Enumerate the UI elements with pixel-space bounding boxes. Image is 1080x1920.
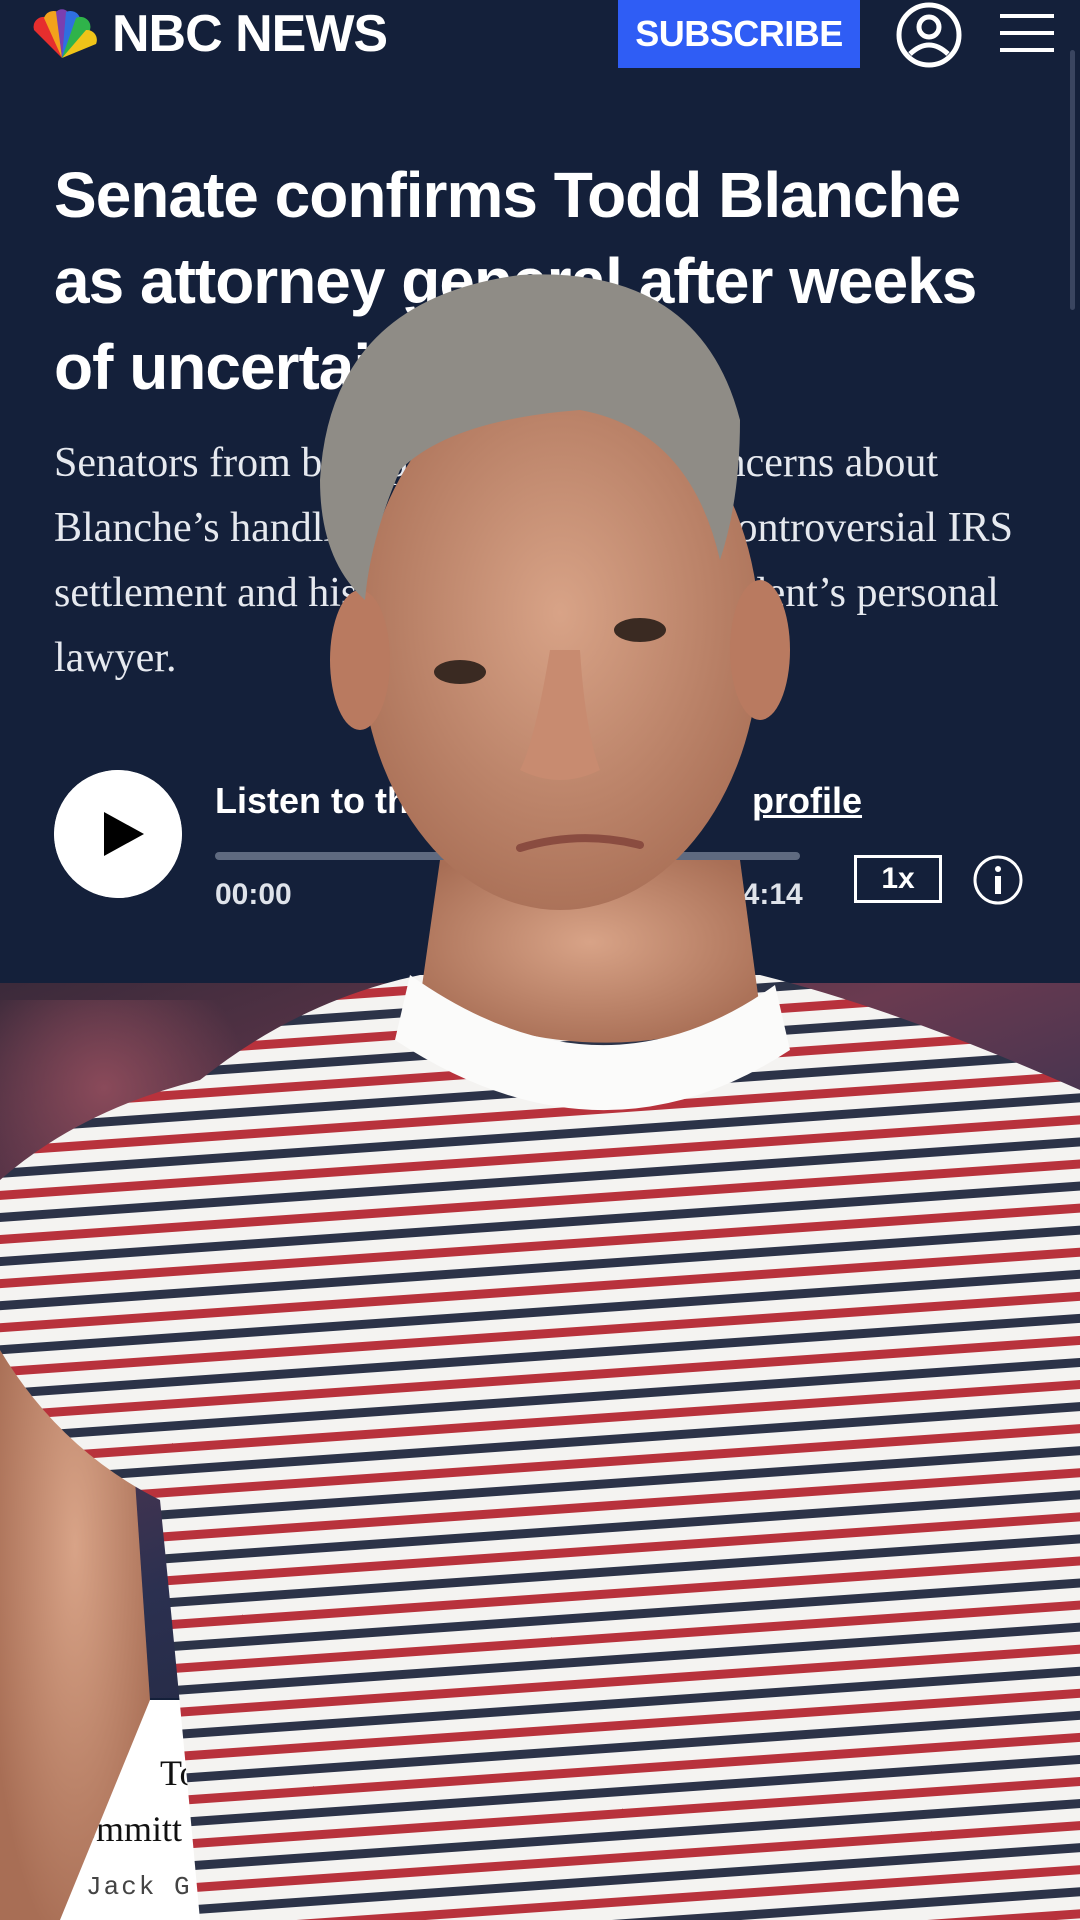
subscribe-button[interactable]: SUBSCRIBE: [618, 0, 860, 68]
scrollbar[interactable]: [1070, 50, 1075, 310]
article-dek: Senators from both parties expressed con…: [54, 440, 1013, 681]
photo-blur-detail: [0, 1180, 200, 1380]
audio-player: Listen to th profile 00:00 04:14 1x: [0, 760, 1080, 960]
brand-name: NBC NEWS: [112, 5, 388, 63]
photo-caption-line: To: [160, 1753, 198, 1793]
info-icon[interactable]: [972, 854, 1024, 906]
audio-total-time: 04:14: [726, 878, 803, 911]
peacock-logo-icon: [33, 9, 97, 58]
account-icon[interactable]: [896, 2, 962, 68]
nbc-news-logo[interactable]: NBC NEWS: [26, 5, 388, 63]
article-headline: Senate confirms Todd Blanche as attorney…: [54, 159, 977, 403]
play-button[interactable]: [54, 770, 182, 898]
caption-accent-rule: [54, 1775, 108, 1778]
playback-speed-button[interactable]: 1x: [854, 855, 942, 903]
photo-credit: Jack G: [86, 1872, 192, 1902]
top-navigation-bar: NBC NEWS SUBSCRIBE: [0, 0, 1080, 68]
audio-current-time: 00:00: [215, 878, 292, 911]
audio-progress-track[interactable]: [215, 852, 800, 860]
listen-label: Listen to th: [215, 780, 409, 821]
hamburger-menu-icon[interactable]: [1000, 10, 1054, 56]
photo-caption-line: Committ: [54, 1809, 183, 1849]
listen-profile-link[interactable]: profile: [752, 780, 862, 822]
